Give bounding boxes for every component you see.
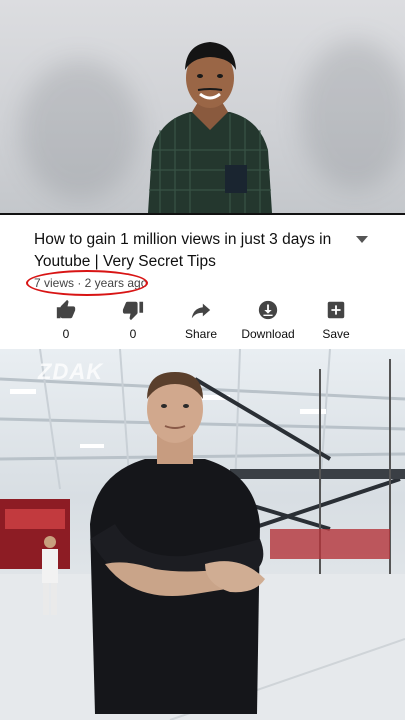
action-bar: 0 0 Share Download Save [0, 299, 405, 343]
save-label: Save [322, 327, 350, 341]
person-figure [90, 372, 265, 714]
bottom-video-frame[interactable]: ZDAK [0, 349, 405, 720]
playlist-add-icon [327, 301, 345, 319]
thumbs-down-icon [122, 301, 144, 321]
video-title[interactable]: How to gain 1 million views in just 3 da… [34, 229, 339, 273]
download-icon [258, 300, 278, 320]
top-video-frame[interactable] [0, 0, 405, 213]
video-info-panel: How to gain 1 million views in just 3 da… [0, 213, 405, 351]
chevron-down-icon[interactable] [354, 233, 370, 245]
share-icon [191, 303, 211, 319]
annotation-circle [26, 270, 148, 296]
thumbs-up-icon [56, 299, 76, 319]
save-button[interactable]: Save [296, 299, 376, 341]
presenter-figure [148, 42, 272, 213]
